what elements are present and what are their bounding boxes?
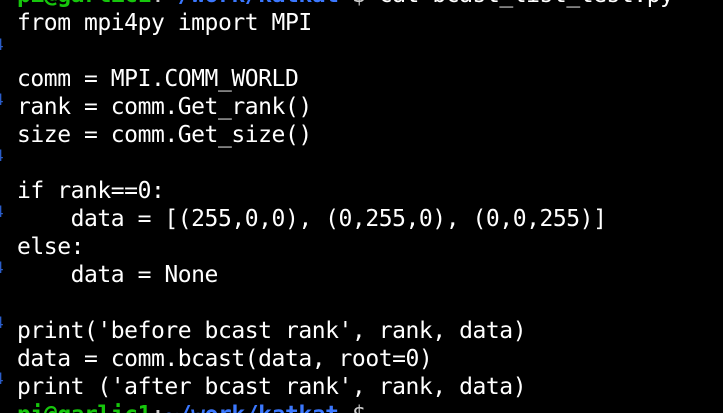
prompt-user-host: pi@garlic1 [17,402,151,413]
code-line: data = [(255,0,0), (0,255,0), (0,0,255)] [17,206,607,232]
code-line: print ('after bcast rank', rank, data) [17,374,527,400]
prompt-line-top: pi@garlic1:~/work/katkat $ cat bcast_lis… [17,0,717,9]
left-gutter: 4 4 4 4 4 4 4 [0,0,8,413]
code-line: else: [17,234,84,260]
gutter-mark: 4 [0,314,4,332]
code-line: print('before bcast rank', rank, data) [17,318,527,344]
prompt-dollar: $ [339,402,366,413]
gutter-mark: 4 [0,370,4,388]
code-line: data = None [17,262,219,288]
prompt-dollar: $ [339,0,379,8]
code-line: comm = MPI.COMM_WORLD [17,66,299,92]
code-line: size = comm.Get_size() [17,122,312,148]
gutter-mark: 4 [0,203,4,221]
gutter-mark: 4 [0,147,4,165]
prompt-command: cat bcast_list_test.py [379,0,674,8]
gutter-mark: 4 [0,36,4,54]
code-line: if rank==0: [17,178,165,204]
code-line: data = comm.bcast(data, root=0) [17,346,433,372]
prompt-path: ~/work/katkat [164,0,339,8]
prompt-line-bottom: pi@garlic1:~/work/katkat $ [17,401,717,413]
terminal-window[interactable]: 4 4 4 4 4 4 4 pi@garlic1:~/work/katkat $… [0,0,723,413]
prompt-separator: : [151,0,165,8]
terminal-output[interactable]: pi@garlic1:~/work/katkat $ cat bcast_lis… [17,0,717,413]
code-line: from mpi4py import MPI [17,10,312,36]
prompt-user-host: pi@garlic1 [17,0,151,8]
gutter-mark: 4 [0,259,4,277]
code-line: rank = comm.Get_rank() [17,94,312,120]
prompt-path: ~/work/katkat [164,402,339,413]
gutter-mark: 4 [0,91,4,109]
prompt-separator: : [151,402,165,413]
